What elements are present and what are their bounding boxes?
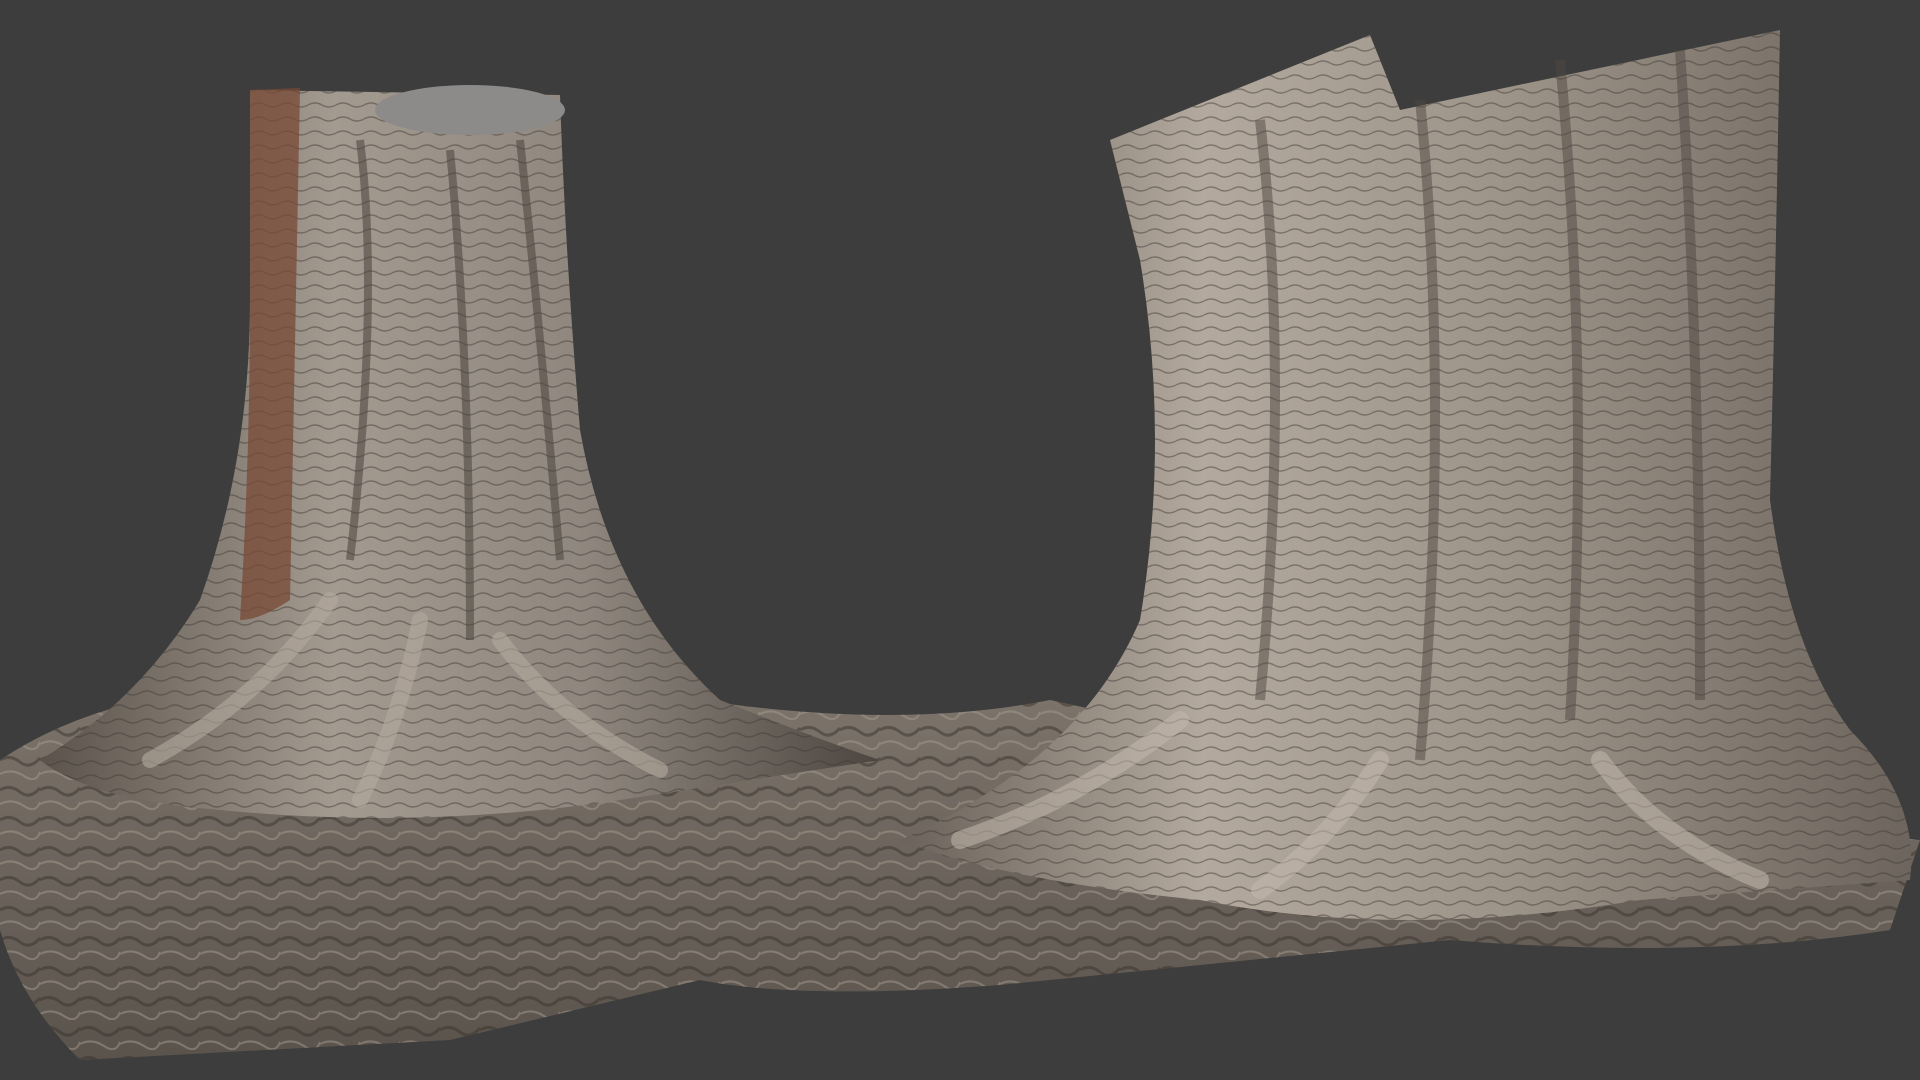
3d-viewport[interactable] [0, 0, 1920, 1080]
right-tree-stump [900, 30, 1912, 920]
stump-scan-render [0, 30, 1920, 1060]
